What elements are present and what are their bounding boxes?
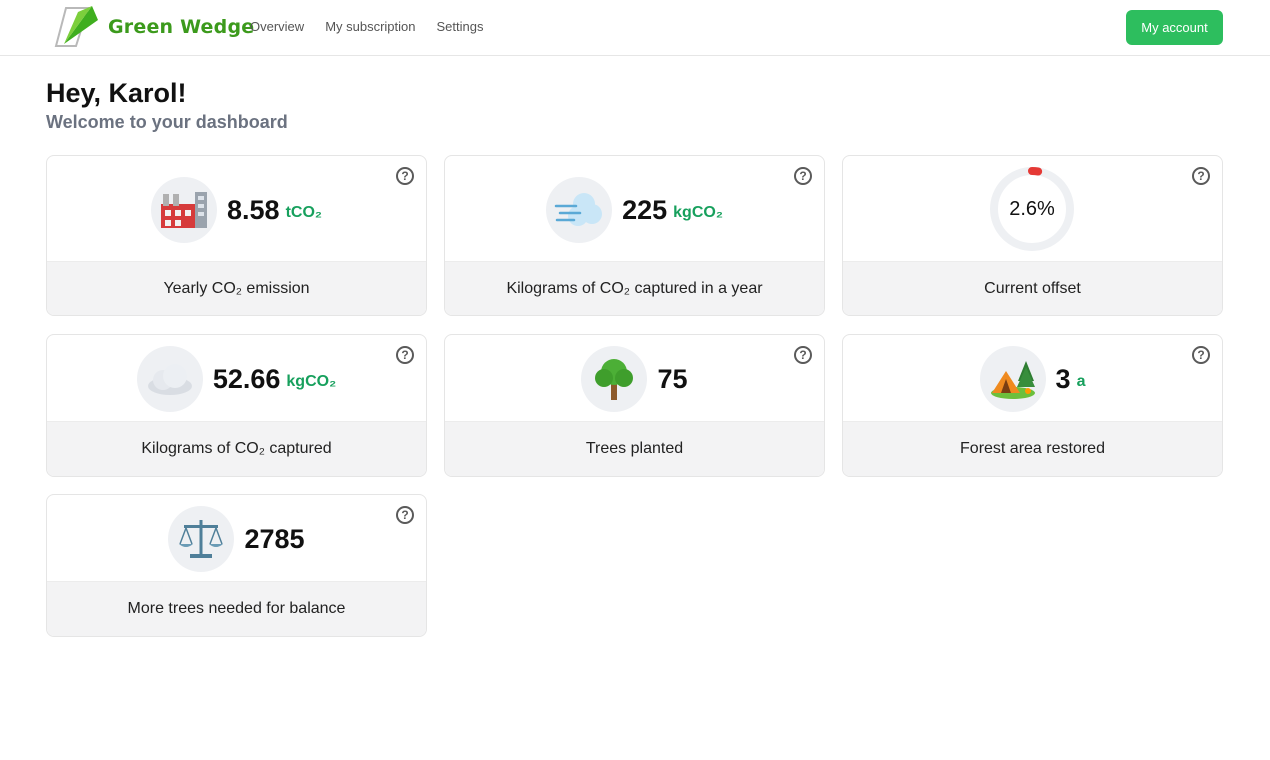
offset-value: 2.6% <box>1009 197 1055 220</box>
page-title: Hey, Karol! <box>46 78 187 108</box>
brand-name: Green Wedge <box>108 16 255 38</box>
card-forest-area: ? 3 a Forest area restored <box>842 334 1223 477</box>
card-current-offset: ? 2.6% Current offset <box>842 155 1223 316</box>
stat-value: 2785 <box>244 523 305 554</box>
factory-icon <box>151 177 217 243</box>
card-trees-planted: ? 75 Trees planted <box>444 334 825 477</box>
offset-progress-ring: 2.6% <box>989 166 1075 252</box>
stat-value: 3 <box>1055 363 1071 394</box>
stat-unit: a <box>1076 373 1086 390</box>
page-subtitle: Welcome to your dashboard <box>46 112 288 132</box>
card-trees-needed: ? 2785 More trees needed for balance <box>46 494 427 637</box>
card-label: Forest area restored <box>843 421 1222 476</box>
stat-unit: kgCO₂ <box>286 373 337 390</box>
balance-scale-icon <box>168 506 235 572</box>
cloud-icon <box>136 346 203 412</box>
nav-overview[interactable]: Overview <box>250 19 304 34</box>
stat-value: 8.58 <box>227 194 280 225</box>
card-label: Kilograms of CO₂ captured in a year <box>445 261 824 315</box>
card-label: Trees planted <box>445 421 824 476</box>
nav-settings[interactable]: Settings <box>437 19 484 34</box>
stat-unit: tCO₂ <box>285 204 322 221</box>
card-captured-year: ? 225 kgCO₂ Kilograms of CO₂ captured in… <box>444 155 825 316</box>
help-icon[interactable]: ? <box>1192 167 1210 185</box>
card-captured-total: ? 52.66 kgCO₂ Kilograms of CO₂ captured <box>46 334 427 477</box>
card-yearly-emission: ? 8.58 tCO₂ Yearly CO₂ emission <box>46 155 427 316</box>
stat-value: 75 <box>657 363 688 394</box>
brand-logo[interactable]: Green Wedge <box>54 6 254 48</box>
card-label: Current offset <box>843 261 1222 315</box>
card-label: Yearly CO₂ emission <box>47 261 426 315</box>
my-account-button[interactable]: My account <box>1126 10 1223 45</box>
wind-cloud-icon <box>546 177 613 243</box>
green-wedge-logo-icon <box>54 6 98 47</box>
camping-icon <box>979 346 1046 412</box>
card-label: More trees needed for balance <box>47 581 426 636</box>
stat-value: 52.66 <box>212 363 281 394</box>
tree-icon <box>581 346 648 412</box>
stat-value: 225 <box>622 194 668 225</box>
top-navigation-bar: Green Wedge Overview My subscription Set… <box>0 0 1270 56</box>
card-label: Kilograms of CO₂ captured <box>47 421 426 476</box>
main-nav: Overview My subscription Settings <box>250 19 483 34</box>
nav-my-subscription[interactable]: My subscription <box>325 19 415 34</box>
stat-unit: kgCO₂ <box>673 204 723 221</box>
